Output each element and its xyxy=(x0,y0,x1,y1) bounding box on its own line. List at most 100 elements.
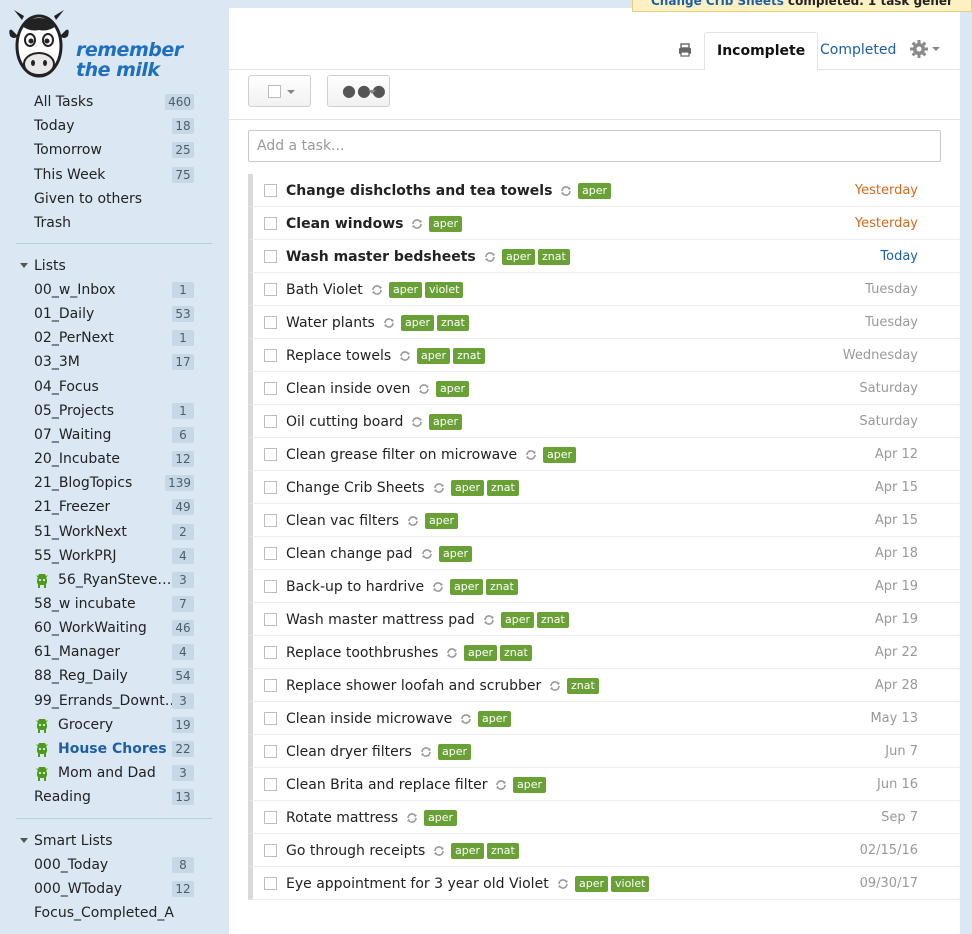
task-checkbox[interactable] xyxy=(264,316,277,329)
tag-badge[interactable]: aper xyxy=(464,645,498,661)
sidebar-item-this-week[interactable]: This Week 75 xyxy=(34,164,194,186)
tag-badge[interactable]: aper xyxy=(513,777,547,793)
tag-badge[interactable]: aper xyxy=(401,315,435,331)
task-checkbox[interactable] xyxy=(264,184,277,197)
tag-badge[interactable]: znat xyxy=(538,249,570,265)
task-row[interactable]: Wash master bedsheets aper znat Today xyxy=(248,240,960,273)
task-checkbox[interactable] xyxy=(264,217,277,230)
add-task-input[interactable] xyxy=(248,130,941,162)
tag-badge[interactable]: znat xyxy=(487,843,519,859)
sidebar-item-reading[interactable]: Reading 13 xyxy=(34,786,194,808)
tag-badge[interactable]: aper xyxy=(429,414,463,430)
tag-badge[interactable]: aper xyxy=(429,216,463,232)
task-checkbox[interactable] xyxy=(264,481,277,494)
task-checkbox[interactable] xyxy=(264,580,277,593)
sidebar-item-000-wtoday[interactable]: 000_WToday 12 xyxy=(34,878,194,900)
task-row[interactable]: Replace shower loofah and scrubber znat Ap… xyxy=(248,669,960,702)
sidebar-item-60-workwaiting[interactable]: 60_WorkWaiting 46 xyxy=(34,617,194,639)
task-row[interactable]: Clean vac filters aper Apr 15 xyxy=(248,504,960,537)
sidebar-item-03-3m[interactable]: 03_3M 17 xyxy=(34,351,194,373)
tag-badge[interactable]: znat xyxy=(487,480,519,496)
sidebar-item-05-projects[interactable]: 05_Projects 1 xyxy=(34,400,194,422)
sidebar-item-grocery[interactable]: Grocery 19 xyxy=(34,714,194,736)
tag-badge[interactable]: znat xyxy=(567,678,599,694)
tag-badge[interactable]: znat xyxy=(537,612,569,628)
task-row[interactable]: Clean dryer filters aper Jun 7 xyxy=(248,735,960,768)
sidebar-item-02-pernext[interactable]: 02_PerNext 1 xyxy=(34,327,194,349)
sidebar-item-given-to-others[interactable]: Given to others xyxy=(34,188,194,210)
task-checkbox[interactable] xyxy=(264,448,277,461)
sidebar-item-61-manager[interactable]: 61_Manager 4 xyxy=(34,641,194,663)
task-row[interactable]: Change dishcloths and tea towels aper Yest… xyxy=(248,174,960,207)
tag-badge[interactable]: aper xyxy=(578,183,612,199)
settings-menu[interactable] xyxy=(909,39,943,59)
select-menu-button[interactable] xyxy=(248,75,311,107)
sidebar-item-88-reg-daily[interactable]: 88_Reg_Daily 54 xyxy=(34,665,194,687)
task-row[interactable]: Clean inside microwave aper May 13 xyxy=(248,702,960,735)
task-checkbox[interactable] xyxy=(264,547,277,560)
tag-badge[interactable]: aper xyxy=(501,612,535,628)
task-checkbox[interactable] xyxy=(264,745,277,758)
task-checkbox[interactable] xyxy=(264,349,277,362)
sidebar-item-000-today[interactable]: 000_Today 8 xyxy=(34,854,194,876)
task-checkbox[interactable] xyxy=(264,415,277,428)
rtm-logo[interactable]: remember the milk xyxy=(8,8,183,88)
tag-badge[interactable]: znat xyxy=(500,645,532,661)
task-checkbox[interactable] xyxy=(264,613,277,626)
sidebar-item-99-errands-downt[interactable]: 99_Errands_Downt… 3 xyxy=(34,690,194,712)
tag-badge[interactable]: aper xyxy=(436,381,470,397)
task-row[interactable]: Clean Brita and replace filter aper Jun 16 xyxy=(248,768,960,801)
tag-badge[interactable]: aper xyxy=(451,843,485,859)
sidebar-item-01-daily[interactable]: 01_Daily 53 xyxy=(34,303,194,325)
sidebar-item-house-chores[interactable]: House Chores 22 xyxy=(34,738,194,760)
sidebar-item-56-ryansteven[interactable]: 56_RyanSteven… 3 xyxy=(34,569,194,591)
sidebar-item-trash[interactable]: Trash xyxy=(34,212,194,234)
tag-badge[interactable]: aper xyxy=(425,513,459,529)
toast-task-link[interactable]: Change Crib Sheets xyxy=(651,0,784,8)
tag-badge[interactable]: violet xyxy=(611,876,650,892)
sidebar-item-07-waiting[interactable]: 07_Waiting 6 xyxy=(34,424,194,446)
task-checkbox[interactable] xyxy=(264,283,277,296)
task-row[interactable]: Eye appointment for 3 year old Violet ape… xyxy=(248,867,960,900)
more-actions-button[interactable]: ●●● xyxy=(327,75,390,107)
sidebar-item-55-workprj[interactable]: 55_WorkPRJ 4 xyxy=(34,545,194,567)
smart-lists-heading[interactable]: Smart Lists xyxy=(20,831,113,851)
task-checkbox[interactable] xyxy=(264,382,277,395)
task-checkbox[interactable] xyxy=(264,646,277,659)
task-checkbox[interactable] xyxy=(264,844,277,857)
sidebar-item-00-w-inbox[interactable]: 00_w_Inbox 1 xyxy=(34,279,194,301)
tag-badge[interactable]: aper xyxy=(450,579,484,595)
tab-incomplete[interactable]: Incomplete xyxy=(704,32,819,71)
sidebar-item-all-tasks[interactable]: All Tasks 460 xyxy=(34,91,194,113)
task-row[interactable]: Replace toothbrushes aper znat Apr 22 xyxy=(248,636,960,669)
task-row[interactable]: Clean inside oven aper Saturday xyxy=(248,372,960,405)
task-row[interactable]: Back-up to hardrive aper znat Apr 19 xyxy=(248,570,960,603)
tag-badge[interactable]: aper xyxy=(439,546,473,562)
sidebar-item-21-blogtopics[interactable]: 21_BlogTopics 139 xyxy=(34,472,194,494)
task-checkbox[interactable] xyxy=(264,877,277,890)
tag-badge[interactable]: aper xyxy=(438,744,472,760)
task-checkbox[interactable] xyxy=(264,679,277,692)
tag-badge[interactable]: aper xyxy=(417,348,451,364)
lists-heading[interactable]: Lists xyxy=(20,256,66,276)
sidebar-item-focus-completed-a[interactable]: Focus_Completed_A… xyxy=(34,902,194,924)
sidebar-item-tomorrow[interactable]: Tomorrow 25 xyxy=(34,139,194,161)
task-row[interactable]: Water plants aper znat Tuesday xyxy=(248,306,960,339)
task-checkbox[interactable] xyxy=(264,811,277,824)
tag-badge[interactable]: violet xyxy=(425,282,464,298)
task-row[interactable]: Clean change pad aper Apr 18 xyxy=(248,537,960,570)
task-row[interactable]: Bath Violet aper violet Tuesday xyxy=(248,273,960,306)
tag-badge[interactable]: aper xyxy=(451,480,485,496)
task-checkbox[interactable] xyxy=(264,250,277,263)
tag-badge[interactable]: aper xyxy=(575,876,609,892)
sidebar-item-mom-and-dad[interactable]: Mom and Dad 3 xyxy=(34,762,194,784)
task-row[interactable]: Go through receipts aper znat 02/15/16 xyxy=(248,834,960,867)
task-row[interactable]: Change Crib Sheets aper znat Apr 15 xyxy=(248,471,960,504)
task-checkbox[interactable] xyxy=(264,712,277,725)
tag-badge[interactable]: aper xyxy=(389,282,423,298)
tag-badge[interactable]: aper xyxy=(478,711,512,727)
tag-badge[interactable]: aper xyxy=(502,249,536,265)
print-icon[interactable] xyxy=(678,43,692,57)
tab-completed[interactable]: Completed xyxy=(808,32,908,70)
task-row[interactable]: Wash master mattress pad aper znat Apr 19 xyxy=(248,603,960,636)
